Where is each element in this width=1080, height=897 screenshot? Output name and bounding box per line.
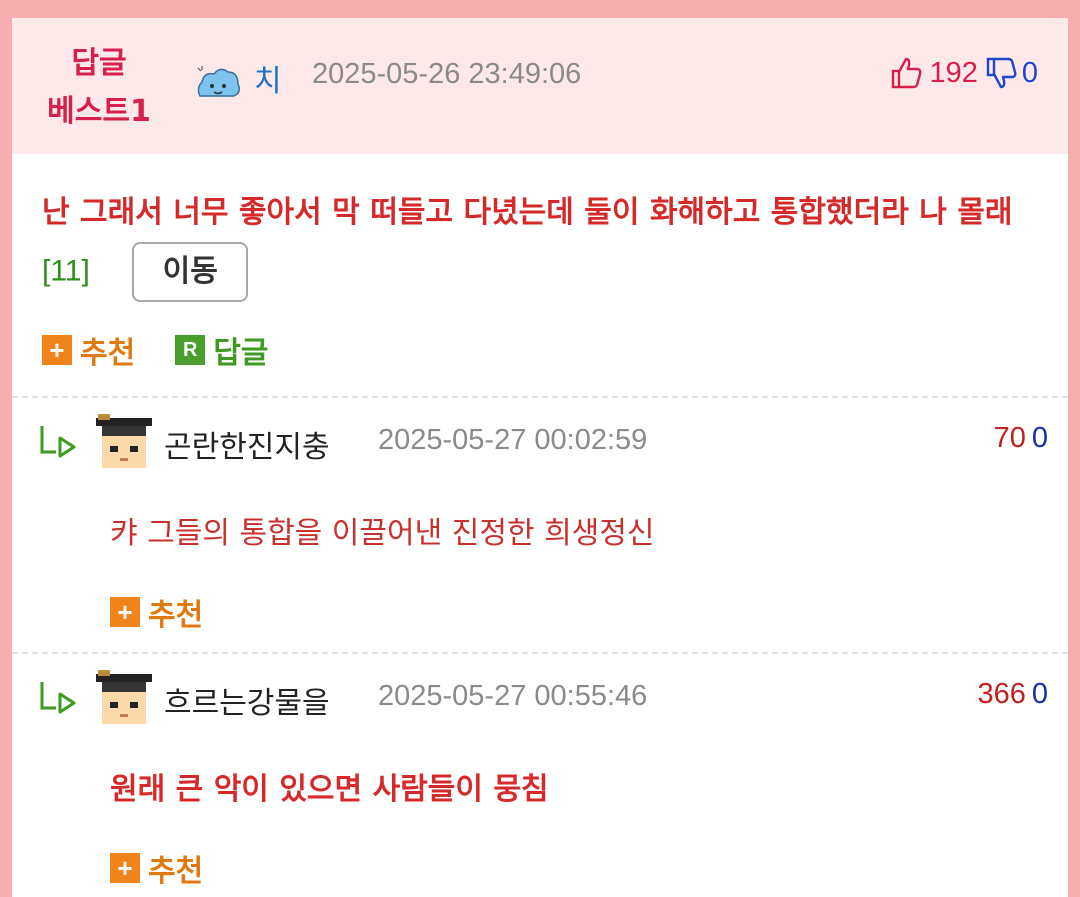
reply-arrow-icon bbox=[40, 682, 76, 714]
reply-label: 답글 bbox=[213, 336, 269, 371]
recommend-label: 추천 bbox=[80, 336, 136, 371]
cloud-creature-icon bbox=[197, 66, 241, 97]
reply-date: 2025-05-27 00:02:59 bbox=[378, 424, 648, 456]
reply-item: 곤란한진지충 2025-05-27 00:02:59 70 0 캬 그들의 통합을… bbox=[12, 398, 1068, 654]
reply-date: 2025-05-27 00:55:46 bbox=[378, 680, 648, 712]
reply-button[interactable]: R 답글 bbox=[175, 328, 268, 372]
best-up-count: 192 bbox=[929, 56, 978, 89]
reply-actions: + 추천 bbox=[110, 846, 243, 890]
best-reply-badge: 답글 베스트1 bbox=[40, 40, 158, 136]
best-author-name[interactable]: 치 bbox=[254, 56, 282, 100]
best-badge-line1: 답글 bbox=[71, 46, 127, 81]
reply-item: 흐르는강물을 2025-05-27 00:55:46 366 0 원래 큰 악이 … bbox=[12, 654, 1068, 897]
recommend-button[interactable]: + 추천 bbox=[110, 590, 203, 634]
reply-author-name[interactable]: 흐르는강물을 bbox=[164, 678, 330, 722]
reply-up-count[interactable]: 366 bbox=[977, 678, 1025, 710]
comment-frame: 답글 베스트1 치 2025-05-26 23:49:06 192 0 난 그래… bbox=[12, 18, 1068, 897]
reply-vote-box: 366 0 bbox=[977, 678, 1048, 711]
reply-down-count[interactable]: 0 bbox=[1032, 678, 1048, 710]
reply-count[interactable]: [11] bbox=[42, 255, 90, 288]
recommend-label: 추천 bbox=[148, 854, 204, 889]
plus-icon: + bbox=[110, 853, 140, 883]
move-button[interactable]: 이동 bbox=[132, 242, 249, 302]
reply-actions: + 추천 bbox=[110, 590, 243, 634]
main-comment-text: 난 그래서 너무 좋아서 막 떠들고 다녔는데 둘이 화해하고 통합했더라 나 … bbox=[42, 195, 1013, 230]
reply-vote-box: 70 0 bbox=[994, 422, 1048, 455]
recommend-button[interactable]: + 추천 bbox=[42, 328, 135, 372]
recommend-button[interactable]: + 추천 bbox=[110, 846, 203, 890]
recommend-label: 추천 bbox=[148, 598, 204, 633]
reply-text: 원래 큰 악이 있으면 사람들이 뭉침 bbox=[110, 772, 549, 807]
reply-r-icon: R bbox=[175, 335, 206, 365]
plus-icon: + bbox=[42, 335, 72, 365]
reply-arrow-icon bbox=[40, 426, 76, 458]
best-badge-line2: 베스트1 bbox=[47, 94, 151, 129]
graduate-avatar-icon bbox=[96, 414, 152, 468]
plus-icon: + bbox=[110, 597, 140, 627]
reply-down-count[interactable]: 0 bbox=[1032, 422, 1048, 454]
graduate-avatar-icon bbox=[96, 670, 152, 724]
best-vote-box: 192 0 bbox=[891, 56, 1038, 90]
thumb-down-icon[interactable] bbox=[986, 56, 1018, 90]
best-down-count: 0 bbox=[1021, 56, 1038, 89]
best-comment-date: 2025-05-26 23:49:06 bbox=[312, 58, 582, 90]
reply-text: 캬 그들의 통합을 이끌어낸 진정한 희생정신 bbox=[110, 516, 655, 551]
reply-author-name[interactable]: 곤란한진지충 bbox=[164, 422, 330, 466]
main-comment-actions: + 추천 R 답글 bbox=[42, 328, 308, 372]
reply-up-count[interactable]: 70 bbox=[994, 422, 1026, 454]
thumb-up-icon[interactable] bbox=[891, 56, 923, 90]
main-comment-text-block: 난 그래서 너무 좋아서 막 떠들고 다녔는데 둘이 화해하고 통합했더라 나 … bbox=[42, 184, 1042, 302]
best-reply-header: 답글 베스트1 치 2025-05-26 23:49:06 192 0 bbox=[12, 18, 1068, 154]
